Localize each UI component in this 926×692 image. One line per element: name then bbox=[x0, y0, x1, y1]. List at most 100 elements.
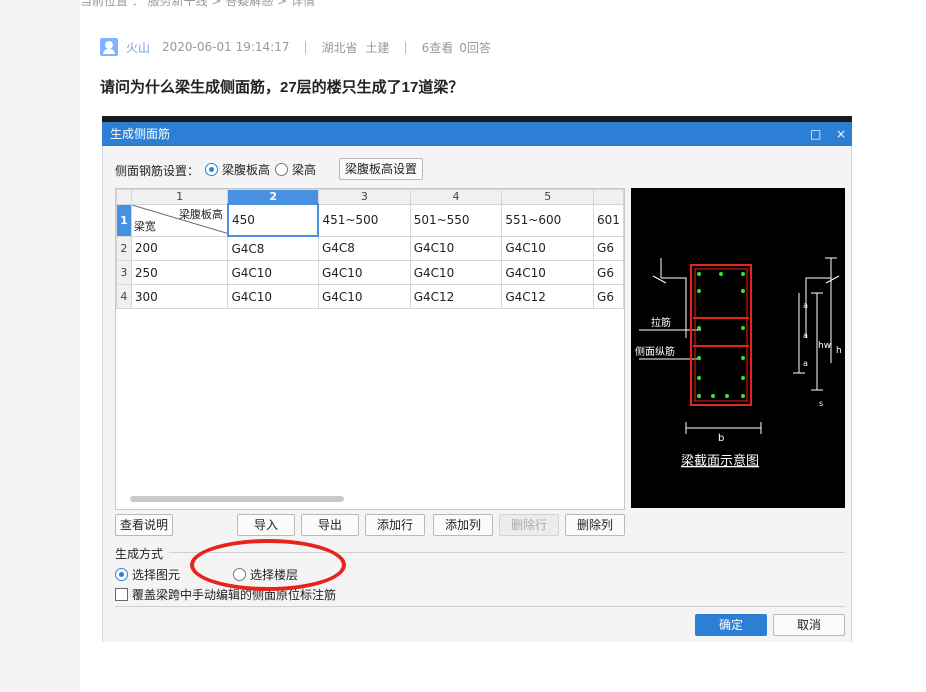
table-cell[interactable]: 551~600 bbox=[501, 203, 595, 237]
post-page: 当前位置 ： 服务新干线 > 答疑解惑 > 详情 火山 2020-06-01 1… bbox=[80, 0, 926, 692]
post-datetime: 2020-06-01 19:14:17 bbox=[162, 40, 290, 54]
table-cell[interactable]: G4C12 bbox=[409, 284, 503, 309]
col-number[interactable]: 4 bbox=[409, 189, 503, 205]
grid-corner bbox=[116, 189, 132, 205]
delete-column-button[interactable]: 删除列 bbox=[565, 514, 625, 536]
separator: | bbox=[303, 40, 308, 54]
table-cell[interactable]: G4C10 bbox=[409, 260, 503, 285]
dialog-titlebar: 生成侧面筋 □ × bbox=[102, 122, 852, 146]
table-cell[interactable]: G6 bbox=[593, 260, 624, 285]
view-count: 6查看 bbox=[421, 40, 454, 55]
red-annotation-circle bbox=[190, 539, 346, 591]
overwrite-checkbox[interactable]: 覆盖梁跨中手动编辑的侧面原位标注筋 bbox=[115, 586, 336, 603]
table-cell[interactable]: 451~500 bbox=[317, 203, 411, 237]
breadcrumb: 当前位置 ： 服务新干线 > 答疑解惑 > 详情 bbox=[80, 0, 315, 8]
dim-a-label: a bbox=[803, 301, 808, 310]
help-button[interactable]: 查看说明 bbox=[115, 514, 173, 536]
table-row: 3 250 G4C10 G4C10 G4C10 G4C10 G6 bbox=[116, 260, 624, 285]
rebar-table: 1 2 3 4 5 1 梁腹板高 梁宽 450 451~500 501~550 … bbox=[116, 189, 624, 309]
rebar-grid[interactable]: 1 2 3 4 5 1 梁腹板高 梁宽 450 451~500 501~550 … bbox=[115, 188, 625, 510]
radio-checked-icon bbox=[115, 568, 128, 581]
table-row: 2 200 G4C8 G4C8 G4C10 G4C10 G6 bbox=[116, 235, 624, 261]
corner-cell[interactable]: 梁腹板高 梁宽 bbox=[130, 203, 229, 237]
table-row: 4 300 G4C10 G4C10 G4C12 G4C12 G6 bbox=[116, 284, 624, 309]
radio-beam-height-label: 梁高 bbox=[292, 163, 317, 177]
maximize-icon[interactable]: □ bbox=[810, 122, 821, 146]
row-number[interactable]: 1 bbox=[116, 203, 132, 237]
tie-rebar-label: 拉筋 bbox=[651, 316, 671, 329]
table-cell[interactable]: G4C10 bbox=[317, 284, 411, 309]
col-number[interactable] bbox=[593, 189, 624, 205]
radio-unchecked-icon bbox=[275, 163, 288, 176]
dim-a-label: a bbox=[803, 331, 808, 340]
table-cell[interactable]: 200 bbox=[130, 235, 229, 261]
mode-label: 生成方式 bbox=[115, 547, 164, 561]
preview-caption: 梁截面示意图 bbox=[681, 453, 759, 469]
export-button[interactable]: 导出 bbox=[301, 514, 359, 536]
radio-web-height[interactable]: 梁腹板高 bbox=[205, 161, 270, 178]
cancel-button[interactable]: 取消 bbox=[773, 614, 845, 636]
table-cell[interactable]: 250 bbox=[130, 260, 229, 285]
col-number[interactable]: 1 bbox=[130, 189, 229, 205]
side-rebar-label: 侧面纵筋 bbox=[635, 345, 675, 358]
dialog-title: 生成侧面筋 bbox=[110, 127, 171, 141]
col-number[interactable]: 5 bbox=[501, 189, 595, 205]
table-cell[interactable]: G6 bbox=[593, 284, 624, 309]
table-cell[interactable]: G4C8 bbox=[227, 235, 319, 261]
divider bbox=[115, 606, 845, 607]
overwrite-label: 覆盖梁跨中手动编辑的侧面原位标注筋 bbox=[132, 588, 337, 602]
table-cell[interactable]: G4C12 bbox=[501, 284, 595, 309]
import-button[interactable]: 导入 bbox=[237, 514, 295, 536]
beam-section-preview: 拉筋 侧面纵筋 b a a a hw h s 梁截面示意图 bbox=[631, 188, 845, 508]
radio-web-height-label: 梁腹板高 bbox=[222, 163, 271, 177]
table-cell[interactable]: G6 bbox=[593, 235, 624, 261]
table-cell[interactable]: G4C10 bbox=[317, 260, 411, 285]
corner-bottom-label: 梁宽 bbox=[133, 220, 156, 233]
radio-select-element[interactable]: 选择图元 bbox=[115, 566, 180, 583]
horizontal-scrollbar[interactable] bbox=[130, 496, 344, 502]
row-number[interactable]: 4 bbox=[116, 284, 132, 309]
setting-label: 侧面钢筋设置： bbox=[115, 164, 200, 178]
user-name[interactable]: 火山 bbox=[126, 39, 150, 56]
dim-hw-label: hw bbox=[818, 341, 831, 351]
row-number[interactable]: 2 bbox=[116, 235, 132, 261]
ok-button[interactable]: 确定 bbox=[695, 614, 767, 636]
corner-top-label: 梁腹板高 bbox=[178, 208, 223, 221]
post-category: 土建 bbox=[365, 40, 390, 55]
delete-row-button: 删除行 bbox=[499, 514, 559, 536]
post-region: 湖北省 bbox=[321, 40, 358, 55]
grid-column-header: 1 2 3 4 5 bbox=[116, 189, 624, 205]
separator: | bbox=[403, 40, 408, 54]
dim-b-label: b bbox=[718, 433, 724, 444]
col-number[interactable]: 3 bbox=[317, 189, 411, 205]
table-cell[interactable]: 300 bbox=[130, 284, 229, 309]
table-cell[interactable]: G4C10 bbox=[501, 235, 595, 261]
row-number[interactable]: 3 bbox=[116, 260, 132, 285]
table-cell[interactable]: G4C10 bbox=[501, 260, 595, 285]
table-cell[interactable]: 450 bbox=[226, 203, 320, 237]
post-meta: 火山 2020-06-01 19:14:17 | 湖北省 土建 | 6查看 0回… bbox=[100, 38, 491, 56]
table-cell[interactable]: G4C8 bbox=[317, 235, 411, 261]
web-height-settings-button[interactable]: 梁腹板高设置 bbox=[339, 158, 423, 180]
add-row-button[interactable]: 添加行 bbox=[365, 514, 425, 536]
dim-s-label: s bbox=[819, 399, 823, 408]
beam-section-diagram: 拉筋 侧面纵筋 b a a a hw h s 梁截面示意图 bbox=[635, 257, 842, 469]
radio-beam-height[interactable]: 梁高 bbox=[275, 161, 316, 178]
table-row: 1 梁腹板高 梁宽 450 451~500 501~550 551~600 60… bbox=[116, 203, 624, 237]
dim-h-label: h bbox=[836, 346, 842, 356]
table-cell[interactable]: G4C10 bbox=[227, 284, 319, 309]
close-icon[interactable]: × bbox=[836, 122, 846, 146]
col-number[interactable]: 2 bbox=[227, 189, 319, 205]
add-column-button[interactable]: 添加列 bbox=[433, 514, 493, 536]
table-cell[interactable]: G4C10 bbox=[409, 235, 503, 261]
table-cell[interactable]: 501~550 bbox=[409, 203, 503, 237]
dim-a-label: a bbox=[803, 359, 808, 368]
table-cell[interactable]: 601 bbox=[593, 203, 624, 237]
checkbox-icon bbox=[115, 588, 128, 601]
question-title: 请问为什么梁生成侧面筋，27层的楼只生成了17道梁？ bbox=[100, 79, 464, 96]
answer-count: 0回答 bbox=[459, 40, 491, 55]
avatar[interactable] bbox=[100, 38, 118, 56]
radio-checked-icon bbox=[205, 163, 218, 176]
table-cell[interactable]: G4C10 bbox=[227, 260, 319, 285]
radio-select-element-label: 选择图元 bbox=[132, 568, 181, 582]
